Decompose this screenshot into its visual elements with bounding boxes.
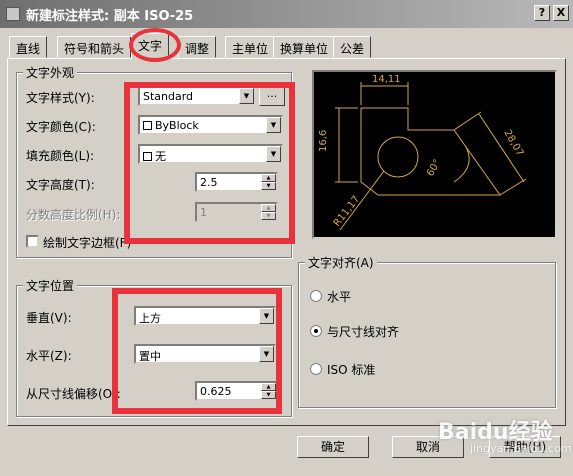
dim-angle-label: 60° bbox=[425, 158, 443, 179]
horizontal-select[interactable]: 置中 ▼ bbox=[134, 344, 276, 364]
vertical-select[interactable]: 上方 ▼ bbox=[134, 306, 276, 326]
dim-top-label: 14,11 bbox=[372, 74, 401, 85]
tab-primary-units[interactable]: 主单位 bbox=[225, 36, 276, 58]
dropdown-arrow-icon[interactable]: ▼ bbox=[239, 88, 254, 104]
tab-symbols-arrows[interactable]: 符号和箭头 bbox=[57, 36, 132, 58]
spin-up-icon[interactable]: ▲ bbox=[261, 174, 276, 182]
draw-frame-label: 绘制文字边框(F) bbox=[43, 236, 132, 250]
tab-tolerances[interactable]: 公差 bbox=[333, 36, 372, 58]
text-style-select[interactable]: Standard ▼ bbox=[138, 86, 256, 106]
dropdown-arrow-icon[interactable]: ▼ bbox=[259, 346, 274, 362]
color-swatch-icon bbox=[143, 152, 152, 161]
tab-text[interactable]: 文字 bbox=[131, 33, 170, 59]
offset-value: 0.625 bbox=[200, 385, 232, 398]
spin-down-icon[interactable]: ▼ bbox=[261, 182, 276, 190]
dim-radius-label: R11,17 bbox=[332, 194, 363, 229]
offset-label: 从尺寸线偏移(O): bbox=[26, 387, 121, 401]
text-placement-legend: 文字位置 bbox=[23, 277, 78, 294]
text-style-label: 文字样式(Y): bbox=[26, 91, 95, 105]
align-horizontal-radio[interactable] bbox=[310, 290, 322, 302]
window-title: 新建标注样式: 副本 ISO-25 bbox=[26, 9, 194, 24]
dim-left-label: 16,6 bbox=[318, 130, 329, 152]
align-iso-radio[interactable] bbox=[310, 363, 322, 375]
dropdown-arrow-icon[interactable]: ▼ bbox=[259, 308, 274, 324]
text-height-input[interactable]: 2.5 ▲ ▼ bbox=[195, 172, 278, 192]
horizontal-value: 置中 bbox=[139, 350, 161, 363]
watermark-url: jingyan.baidu.com bbox=[470, 442, 572, 455]
dropdown-arrow-icon[interactable]: ▼ bbox=[266, 146, 281, 162]
text-color-label: 文字颜色(C): bbox=[26, 120, 96, 134]
fill-color-select[interactable]: 无 ▼ bbox=[138, 144, 283, 164]
text-alignment-legend: 文字对齐(A) bbox=[305, 254, 377, 271]
dimension-preview: 14,11 16,6 28,07 60° R11,17 bbox=[312, 70, 557, 239]
align-iso-label: ISO 标准 bbox=[327, 363, 376, 377]
preview-drawing: 14,11 16,6 28,07 60° R11,17 bbox=[318, 74, 527, 231]
tab-lines[interactable]: 直线 bbox=[9, 36, 48, 58]
fill-color-value: 无 bbox=[155, 150, 166, 163]
spin-down-icon[interactable]: ▼ bbox=[261, 212, 276, 220]
vertical-value: 上方 bbox=[139, 312, 161, 325]
app-icon bbox=[6, 7, 20, 21]
ok-button[interactable]: 确定 bbox=[297, 436, 369, 458]
text-style-value: Standard bbox=[143, 90, 194, 103]
align-horizontal-label: 水平 bbox=[327, 290, 352, 304]
draw-frame-checkbox[interactable] bbox=[26, 235, 39, 248]
offset-input[interactable]: 0.625 ▲ ▼ bbox=[195, 381, 278, 401]
spin-up-icon[interactable]: ▲ bbox=[261, 383, 276, 391]
text-height-value: 2.5 bbox=[200, 176, 218, 189]
color-swatch-icon bbox=[143, 121, 152, 130]
fraction-height-label: 分数高度比例(H): bbox=[26, 208, 121, 222]
align-with-dimline-radio[interactable] bbox=[310, 325, 322, 337]
text-color-value: ByBlock bbox=[155, 119, 199, 132]
fraction-height-value: 1 bbox=[200, 206, 207, 219]
help-title-button[interactable]: ? bbox=[534, 5, 550, 21]
horizontal-label: 水平(Z): bbox=[26, 349, 72, 363]
text-appearance-legend: 文字外观 bbox=[23, 64, 78, 81]
dropdown-arrow-icon[interactable]: ▼ bbox=[266, 117, 281, 133]
align-with-dimline-label: 与尺寸线对齐 bbox=[327, 325, 400, 339]
fill-color-label: 填充颜色(L): bbox=[26, 149, 95, 163]
fraction-height-input[interactable]: 1 ▲ ▼ bbox=[195, 202, 278, 222]
text-color-select[interactable]: ByBlock ▼ bbox=[138, 115, 283, 135]
text-style-browse-button[interactable]: ... bbox=[259, 86, 285, 106]
text-height-label: 文字高度(T): bbox=[26, 178, 95, 192]
tab-alternate-units[interactable]: 换算单位 bbox=[273, 36, 336, 58]
vertical-label: 垂直(V): bbox=[26, 311, 72, 325]
spin-up-icon[interactable]: ▲ bbox=[261, 204, 276, 212]
spin-down-icon[interactable]: ▼ bbox=[261, 391, 276, 399]
close-button[interactable]: X bbox=[553, 5, 569, 21]
title-bar: 新建标注样式: 副本 ISO-25 ? X bbox=[0, 0, 573, 28]
tab-fit[interactable]: 调整 bbox=[178, 36, 217, 58]
